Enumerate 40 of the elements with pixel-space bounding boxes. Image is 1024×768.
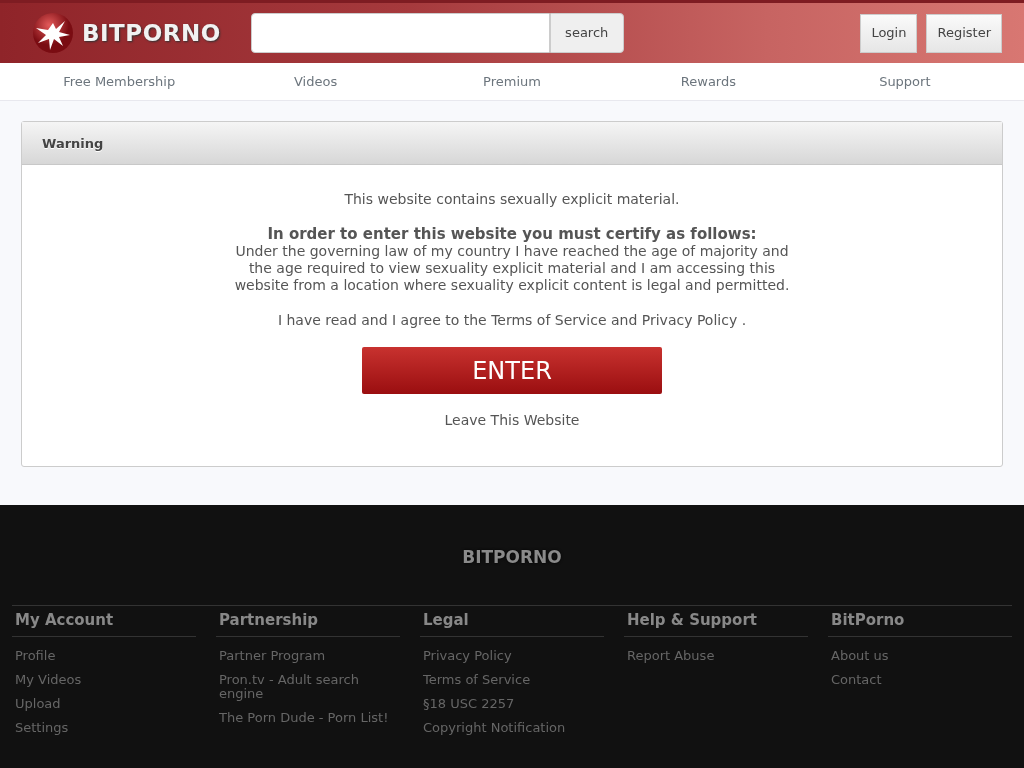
footer-link[interactable]: Profile [12, 648, 196, 663]
footer-link[interactable]: Partner Program [216, 648, 400, 663]
footer-link[interactable]: Privacy Policy [420, 648, 604, 663]
footer-heading: Partnership [216, 606, 400, 637]
footer-logo: BITPORNO [462, 547, 562, 567]
nav-link[interactable]: Free Membership [21, 71, 218, 92]
footer-link[interactable]: Settings [12, 720, 196, 735]
footer-heading: Legal [420, 606, 604, 637]
enter-button[interactable]: ENTER [362, 347, 662, 394]
footer-link[interactable]: Upload [12, 696, 196, 711]
footer-heading: Help & Support [624, 606, 808, 637]
footer-link[interactable]: Copyright Notification [420, 720, 604, 735]
terms-link[interactable]: Terms of Service [491, 312, 607, 328]
footer-link[interactable]: My Videos [12, 672, 196, 687]
header-button[interactable]: Register [926, 13, 1002, 53]
footer-link[interactable]: Contact [828, 672, 1012, 687]
certify-heading: In order to enter this website you must certify as follows: [266, 226, 758, 243]
footer-heading: BitPorno [828, 606, 1012, 637]
nav-link[interactable]: Rewards [610, 71, 807, 92]
logo-text[interactable]: BITPORNO [82, 15, 221, 51]
footer-heading: My Account [12, 606, 196, 637]
nav-link[interactable]: Support [806, 71, 1004, 92]
agreement-text: I have read and I agree to the Terms of Service and Privacy Policy . [276, 311, 748, 330]
nav-link[interactable]: Premium [413, 71, 611, 92]
footer-link[interactable]: §18 USC 2257 [420, 696, 604, 711]
intro-text: This website contains sexually explicit material. [343, 190, 681, 209]
leave-link[interactable]: Leave This Website [444, 412, 580, 428]
card-title: Warning [22, 122, 1002, 165]
header-button[interactable]: Login [860, 13, 918, 53]
certify-text: Under the governing law of my country I have reached the age of majority and the age required to view sexuality explicit material and I am accessing this website from a location where sexuality explicit content is legal and permitted. [233, 243, 791, 294]
footer-link[interactable]: Terms of Service [420, 672, 604, 687]
privacy-link[interactable]: Privacy Policy [641, 312, 738, 328]
search-field[interactable] [250, 13, 550, 53]
footer-link[interactable]: Report Abuse [624, 648, 808, 663]
footer-link[interactable]: Pron.tv - Adult search engine [216, 672, 400, 701]
footer-link[interactable]: The Porn Dude - Porn List! [216, 710, 400, 725]
logo-icon [30, 11, 76, 55]
search-button[interactable]: search [549, 13, 624, 53]
nav-link[interactable]: Videos [217, 71, 414, 92]
footer-link[interactable]: About us [828, 648, 1012, 663]
